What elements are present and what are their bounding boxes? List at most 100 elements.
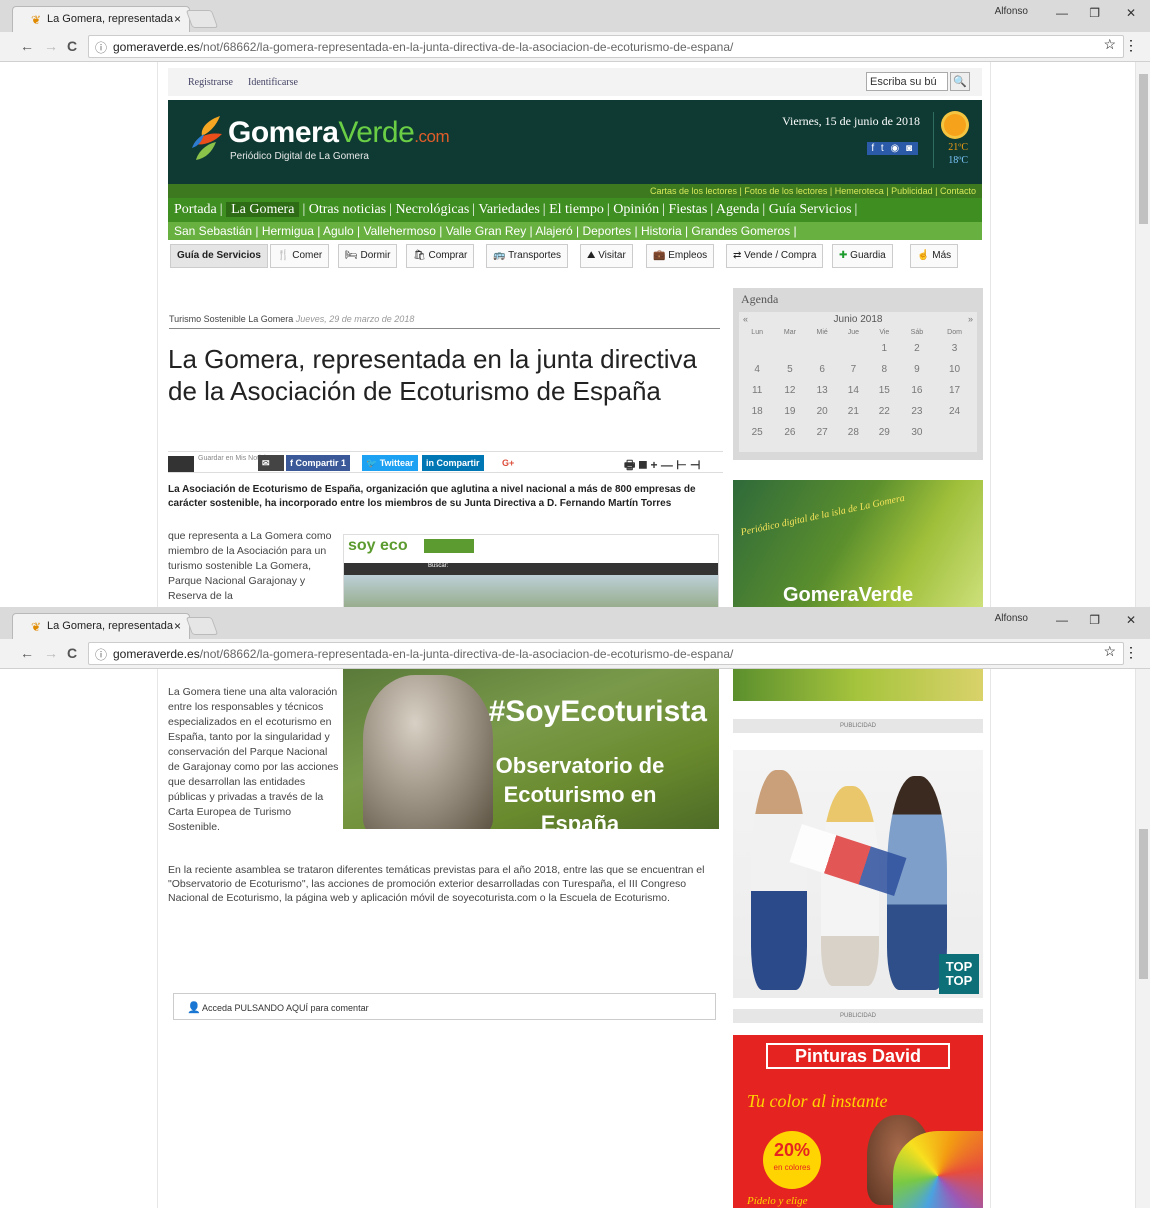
- calendar-day[interactable]: [838, 338, 869, 359]
- calendar-day[interactable]: 21: [838, 401, 869, 422]
- chrome-menu-icon[interactable]: ⋮: [1124, 37, 1138, 54]
- calendar-day[interactable]: 10: [934, 359, 975, 380]
- minimize-button[interactable]: —: [1056, 6, 1068, 20]
- calendar-day[interactable]: 1: [869, 338, 900, 359]
- login-link[interactable]: Identificarse: [248, 77, 298, 88]
- mas-button[interactable]: ☝ Más: [910, 244, 959, 268]
- guia-servicios-button[interactable]: Guía de Servicios: [170, 244, 268, 268]
- calendar-day[interactable]: 5: [773, 359, 806, 380]
- next-month-button[interactable]: »: [968, 314, 973, 324]
- vertical-scrollbar[interactable]: [1135, 62, 1150, 607]
- email-icon[interactable]: ✉: [258, 455, 284, 471]
- scrollbar-thumb[interactable]: [1139, 74, 1148, 224]
- url-field[interactable]: ⓘ gomeraverde.es/not/68662/la-gomera-rep…: [88, 35, 1124, 58]
- register-link[interactable]: Registrarse: [188, 77, 233, 88]
- comment-link[interactable]: Acceda PULSANDO AQUÍ para comentar: [202, 1003, 369, 1013]
- calendar-day[interactable]: 8: [869, 359, 900, 380]
- calendar-day[interactable]: 15: [869, 380, 900, 401]
- calendar-day[interactable]: 16: [900, 380, 934, 401]
- transportes-button[interactable]: 🚌 Transportes: [486, 244, 569, 268]
- forward-button[interactable]: →: [44, 38, 58, 54]
- calendar-day[interactable]: 11: [741, 380, 773, 401]
- calendar-day[interactable]: 7: [838, 359, 869, 380]
- calendar-day[interactable]: 25: [741, 422, 773, 443]
- bookmark-star-icon[interactable]: ☆: [1103, 36, 1116, 53]
- gomeraverde-banner-ad[interactable]: Periódico digital de la isla de La Gomer…: [733, 480, 983, 607]
- kids-fashion-ad[interactable]: TOP TOP: [733, 750, 983, 998]
- calendar-day[interactable]: 3: [934, 338, 975, 359]
- guardia-button[interactable]: ✚ Guardia: [832, 244, 893, 268]
- minimize-button[interactable]: —: [1056, 613, 1068, 627]
- calendar-day[interactable]: 17: [934, 380, 975, 401]
- calendar-day[interactable]: 2: [900, 338, 934, 359]
- dormir-button[interactable]: 🛏 Dormir: [338, 244, 398, 268]
- calendar-day[interactable]: 9: [900, 359, 934, 380]
- reload-button[interactable]: C: [67, 645, 77, 661]
- empleos-button[interactable]: 💼 Empleos: [646, 244, 715, 268]
- back-button[interactable]: ←: [20, 645, 34, 661]
- save-icon[interactable]: [168, 456, 194, 472]
- calendar-day[interactable]: 23: [900, 401, 934, 422]
- tab-close-icon[interactable]: ×: [174, 12, 181, 26]
- close-window-button[interactable]: ✕: [1126, 6, 1136, 20]
- gomeraverde-banner-ad-bottom[interactable]: [733, 669, 983, 701]
- calendar-day[interactable]: [807, 338, 838, 359]
- calendar-day[interactable]: [773, 338, 806, 359]
- back-button[interactable]: ←: [20, 38, 34, 54]
- calendar-day[interactable]: 30: [900, 422, 934, 443]
- facebook-share-button[interactable]: f Compartir 1: [286, 455, 351, 471]
- save-news-link[interactable]: Guardar en Mis Noticias: [198, 455, 273, 471]
- site-logo[interactable]: GomeraVerde.com: [228, 116, 450, 150]
- menu-item-el-tiempo[interactable]: El tiempo: [549, 202, 604, 217]
- tab-close-icon[interactable]: ×: [174, 619, 181, 633]
- bookmark-star-icon[interactable]: ☆: [1103, 643, 1116, 660]
- menu-item-agenda[interactable]: Agenda: [716, 202, 760, 217]
- calendar-day[interactable]: 27: [807, 422, 838, 443]
- calendar-day[interactable]: 4: [741, 359, 773, 380]
- url-field[interactable]: ⓘ gomeraverde.es/not/68662/la-gomera-rep…: [88, 642, 1124, 665]
- reload-button[interactable]: C: [67, 38, 77, 54]
- menu-item-opinion[interactable]: Opinión: [613, 202, 659, 217]
- browser-tab[interactable]: ❦ La Gomera, representada ×: [12, 613, 190, 639]
- menu-item-fiestas[interactable]: Fiestas: [668, 202, 707, 217]
- info-icon[interactable]: ⓘ: [95, 646, 107, 663]
- vende-compra-button[interactable]: ⇄ Vende / Compra: [726, 244, 824, 268]
- calendar-day[interactable]: 24: [934, 401, 975, 422]
- calendar-day[interactable]: 14: [838, 380, 869, 401]
- twitter-share-button[interactable]: 🐦 Twittear: [362, 455, 418, 471]
- scrollbar-thumb[interactable]: [1139, 829, 1148, 979]
- social-icons[interactable]: f t ◉ ◙: [867, 142, 918, 155]
- calendar-day[interactable]: 6: [807, 359, 838, 380]
- linkedin-share-button[interactable]: in Compartir: [422, 455, 484, 471]
- new-tab-button[interactable]: [185, 10, 219, 28]
- search-icon[interactable]: 🔍: [950, 72, 970, 91]
- profile-button[interactable]: Alfonso: [995, 613, 1028, 624]
- calendar-day[interactable]: 28: [838, 422, 869, 443]
- profile-button[interactable]: Alfonso: [995, 6, 1028, 17]
- calendar-day[interactable]: 18: [741, 401, 773, 422]
- calendar-day[interactable]: 29: [869, 422, 900, 443]
- calendar-day[interactable]: 22: [869, 401, 900, 422]
- info-icon[interactable]: ⓘ: [95, 39, 107, 56]
- comprar-button[interactable]: 🛍 Comprar: [406, 244, 475, 268]
- comment-login-box[interactable]: 👤 Acceda PULSANDO AQUÍ para comentar: [173, 993, 716, 1020]
- menu-item-otras-noticias[interactable]: Otras noticias: [309, 202, 386, 217]
- googleplus-share-button[interactable]: G+: [498, 455, 519, 471]
- calendar-day[interactable]: 20: [807, 401, 838, 422]
- vertical-scrollbar[interactable]: [1135, 669, 1150, 1208]
- menu-item-variedades[interactable]: Variedades: [478, 202, 539, 217]
- calendar-day[interactable]: 13: [807, 380, 838, 401]
- submenu-municipios[interactable]: San Sebastián | Hermigua | Agulo | Valle…: [168, 222, 982, 240]
- close-window-button[interactable]: ✕: [1126, 613, 1136, 627]
- calendar-day[interactable]: [741, 338, 773, 359]
- menu-item-la-gomera[interactable]: La Gomera: [226, 202, 300, 217]
- article-tools[interactable]: 🖶 ◼ + — ⊢ ⊣: [620, 453, 704, 472]
- forward-button[interactable]: →: [44, 645, 58, 661]
- search-input[interactable]: Escriba su bú: [866, 72, 948, 91]
- chrome-menu-icon[interactable]: ⋮: [1124, 644, 1138, 661]
- new-tab-button[interactable]: [185, 617, 219, 635]
- secondary-links[interactable]: Cartas de los lectores | Fotos de los le…: [168, 184, 982, 198]
- comer-button[interactable]: 🍴 Comer: [270, 244, 330, 268]
- menu-item-portada[interactable]: Portada: [174, 202, 217, 217]
- browser-tab[interactable]: ❦ La Gomera, representada ×: [12, 6, 190, 32]
